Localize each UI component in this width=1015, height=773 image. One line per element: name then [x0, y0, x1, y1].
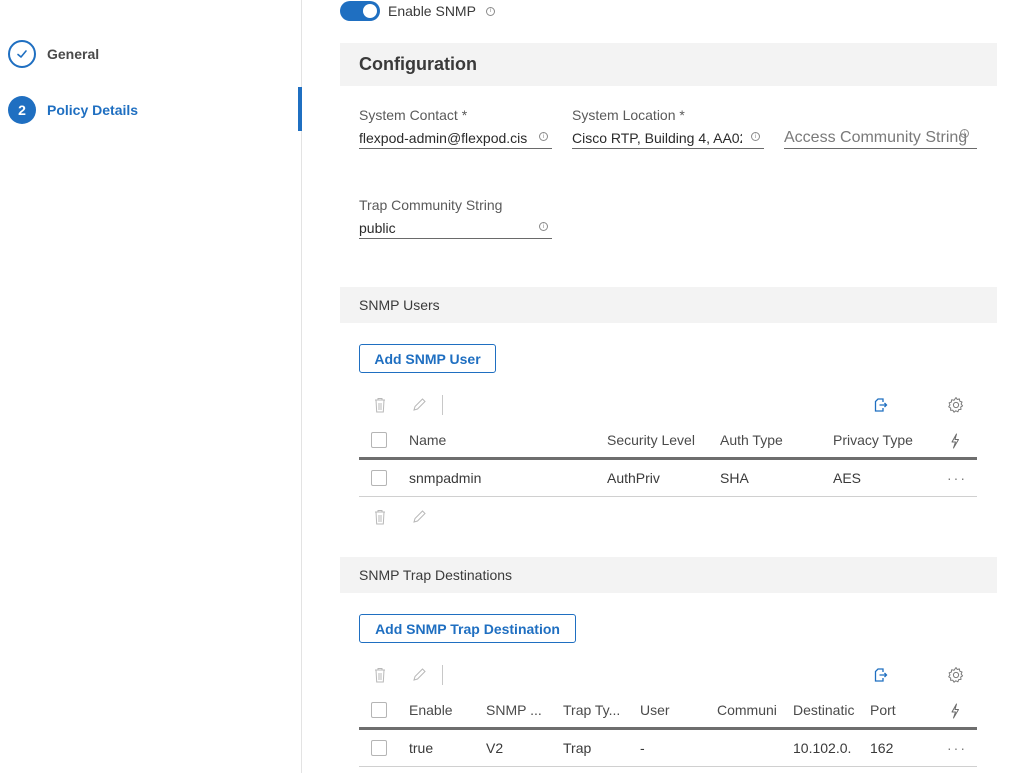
cell-security-level: AuthPriv [607, 470, 660, 486]
gear-icon[interactable] [946, 665, 966, 685]
lightning-icon[interactable] [949, 703, 961, 722]
snmp-trap-destinations-table: Enable SNMP ... Trap Ty... User Communi … [359, 693, 977, 767]
active-step-indicator [298, 87, 302, 131]
access-community-field: Access Community String i [784, 107, 977, 149]
cell-name: snmpadmin [409, 470, 482, 486]
check-icon [17, 50, 27, 58]
row-checkbox[interactable] [371, 740, 387, 756]
system-contact-value: flexpod-admin@flexpod.cis [359, 129, 528, 146]
add-snmp-trap-destination-button[interactable]: Add SNMP Trap Destination [359, 614, 576, 643]
snmp-users-table: Name Security Level Auth Type Privacy Ty… [359, 423, 977, 497]
trash-icon[interactable] [370, 395, 390, 415]
access-community-placeholder: Access Community String [784, 128, 968, 146]
select-all-checkbox[interactable] [371, 702, 387, 718]
cell-privacy-type: AES [833, 470, 862, 486]
select-all-checkbox[interactable] [371, 432, 387, 448]
column-header-security-level[interactable]: Security Level [607, 432, 695, 448]
system-location-label: System Location * [572, 107, 685, 123]
snmp-trap-toolbar [359, 663, 977, 687]
pencil-icon[interactable] [409, 665, 429, 685]
step-number-badge: 2 [8, 96, 36, 124]
gear-icon[interactable] [946, 395, 966, 415]
table-row[interactable]: snmpadmin AuthPriv SHA AES ··· [359, 460, 977, 497]
add-snmp-user-button[interactable]: Add SNMP User [359, 344, 496, 373]
column-header-trap-type[interactable]: Trap Ty... [563, 702, 620, 718]
snmp-users-toolbar [359, 393, 977, 417]
wizard-step-label: General [47, 46, 100, 62]
trap-community-value: public [359, 219, 396, 236]
toolbar-divider [442, 395, 443, 415]
trap-community-input[interactable]: public i [359, 217, 552, 239]
column-header-privacy-type[interactable]: Privacy Type [833, 432, 913, 448]
wizard-step-general[interactable]: General [8, 40, 99, 68]
table-row[interactable]: true V2 Trap - 10.102.0. 162 ··· [359, 730, 977, 767]
wizard-sidebar: General 2 Policy Details [0, 0, 302, 773]
column-header-enable[interactable]: Enable [409, 702, 453, 718]
access-community-label [784, 107, 977, 127]
column-header-snmp-version[interactable]: SNMP ... [486, 702, 542, 718]
system-contact-field: System Contact * flexpod-admin@flexpod.c… [359, 107, 552, 149]
cell-destination: 10.102.0. [793, 740, 852, 756]
toolbar-divider [442, 665, 443, 685]
cell-user: - [640, 740, 645, 756]
info-icon[interactable]: i [539, 132, 548, 141]
row-checkbox[interactable] [371, 470, 387, 486]
lightning-icon[interactable] [949, 433, 961, 452]
step-complete-badge [8, 40, 36, 68]
cell-snmp-version: V2 [486, 740, 504, 756]
trash-icon[interactable] [370, 665, 390, 685]
trap-community-label: Trap Community String [359, 197, 503, 213]
export-icon[interactable] [871, 665, 891, 685]
system-location-input[interactable]: Cisco RTP, Building 4, AA02 i [572, 127, 764, 149]
cell-auth-type: SHA [720, 470, 749, 486]
column-header-destination[interactable]: Destinatic [793, 702, 857, 718]
enable-snmp-label: Enable SNMP [388, 3, 476, 19]
system-contact-label: System Contact * [359, 107, 468, 123]
trap-community-field: Trap Community String public i [359, 197, 552, 239]
toggle-knob [363, 4, 377, 18]
cell-enable: true [409, 740, 434, 756]
info-icon[interactable]: i [539, 222, 548, 231]
wizard-step-label: Policy Details [47, 102, 139, 118]
column-header-community[interactable]: Communi [717, 702, 781, 718]
row-actions-menu[interactable]: ··· [947, 740, 967, 756]
table-header-row: Name Security Level Auth Type Privacy Ty… [359, 423, 977, 460]
info-icon[interactable]: i [960, 129, 969, 138]
row-actions-menu[interactable]: ··· [947, 470, 967, 486]
pencil-icon[interactable] [409, 507, 429, 527]
snmp-users-bottom-toolbar [359, 505, 977, 529]
enable-snmp-toggle[interactable] [340, 1, 380, 21]
export-icon[interactable] [871, 395, 891, 415]
system-location-value: Cisco RTP, Building 4, AA02 [572, 129, 742, 146]
column-header-port[interactable]: Port [870, 702, 896, 718]
trash-icon[interactable] [370, 507, 390, 527]
info-icon[interactable]: i [751, 132, 760, 141]
system-location-field: System Location * Cisco RTP, Building 4,… [572, 107, 764, 149]
system-contact-input[interactable]: flexpod-admin@flexpod.cis i [359, 127, 552, 149]
column-header-auth-type[interactable]: Auth Type [720, 432, 783, 448]
configuration-section-header: Configuration [340, 43, 997, 86]
pencil-icon[interactable] [409, 395, 429, 415]
column-header-user[interactable]: User [640, 702, 670, 718]
snmp-users-section-header: SNMP Users [340, 287, 997, 323]
info-icon[interactable]: i [485, 6, 495, 16]
column-header-name[interactable]: Name [409, 432, 446, 448]
access-community-input[interactable]: Access Community String i [784, 127, 977, 149]
cell-trap-type: Trap [563, 740, 592, 756]
cell-port: 162 [870, 740, 894, 756]
snmp-trap-destinations-section-header: SNMP Trap Destinations [340, 557, 997, 593]
enable-snmp-row: Enable SNMP i [340, 0, 495, 22]
wizard-step-policy-details[interactable]: 2 Policy Details [8, 96, 138, 124]
table-header-row: Enable SNMP ... Trap Ty... User Communi … [359, 693, 977, 730]
